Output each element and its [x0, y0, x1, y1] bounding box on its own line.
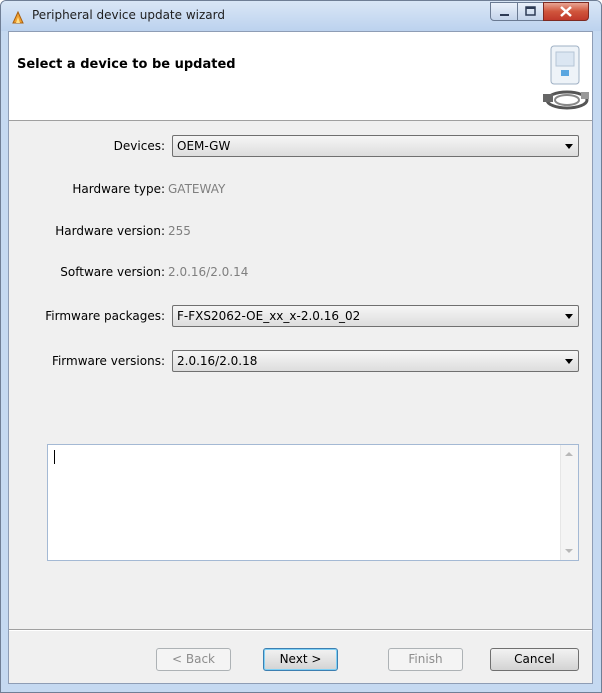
software-version-value: 2.0.16/2.0.14 — [168, 265, 249, 279]
hardware-version-label: Hardware version: — [55, 224, 165, 238]
page-title: Select a device to be updated — [17, 57, 236, 72]
firmware-packages-selected-value: F-FXS2062-OE_xx_x-2.0.16_02 — [177, 309, 361, 323]
back-button[interactable]: < Back — [156, 648, 231, 671]
chevron-down-icon — [565, 314, 573, 319]
vertical-scrollbar[interactable] — [560, 445, 578, 560]
finish-button[interactable]: Finish — [388, 648, 463, 671]
minimize-button[interactable] — [490, 2, 518, 21]
scroll-down-icon[interactable] — [565, 549, 573, 553]
devices-selected-value: OEM-GW — [177, 139, 231, 153]
firmware-packages-label: Firmware packages: — [45, 309, 165, 323]
hardware-type-label: Hardware type: — [72, 182, 165, 196]
hardware-type-value: GATEWAY — [168, 182, 226, 196]
chevron-down-icon — [565, 144, 573, 149]
text-caret — [54, 450, 55, 464]
devices-label: Devices: — [113, 139, 165, 153]
footer-divider — [9, 629, 592, 631]
close-icon — [560, 6, 572, 17]
wizard-header: Select a device to be updated — [9, 32, 592, 121]
software-version-label: Software version: — [60, 265, 165, 279]
devices-dropdown[interactable]: OEM-GW — [172, 135, 579, 157]
device-update-illustration-icon — [543, 45, 589, 110]
firmware-versions-selected-value: 2.0.16/2.0.18 — [177, 354, 258, 368]
chevron-down-icon — [565, 359, 573, 364]
maximize-icon — [525, 6, 536, 16]
hardware-version-value: 255 — [168, 224, 191, 238]
firmware-packages-dropdown[interactable]: F-FXS2062-OE_xx_x-2.0.16_02 — [172, 305, 579, 327]
close-button[interactable] — [543, 2, 589, 21]
title-bar[interactable]: Peripheral device update wizard — [1, 1, 601, 31]
scroll-up-icon[interactable] — [565, 452, 573, 456]
window-title: Peripheral device update wizard — [32, 8, 225, 22]
minimize-icon — [500, 14, 509, 16]
wizard-app-icon — [12, 10, 24, 24]
firmware-versions-dropdown[interactable]: 2.0.16/2.0.18 — [172, 350, 579, 372]
maximize-button[interactable] — [517, 2, 544, 21]
firmware-versions-label: Firmware versions: — [51, 354, 165, 368]
log-textarea[interactable] — [47, 444, 579, 561]
cancel-button[interactable]: Cancel — [490, 648, 579, 671]
dialog-client-area: Select a device to be updated Devices: O… — [8, 31, 593, 684]
next-button[interactable]: Next > — [263, 648, 338, 671]
wizard-window: Peripheral device update wizard Select a… — [0, 0, 602, 693]
